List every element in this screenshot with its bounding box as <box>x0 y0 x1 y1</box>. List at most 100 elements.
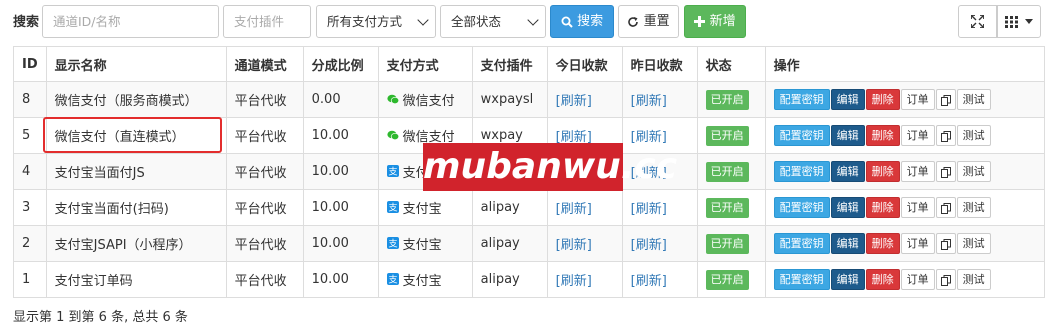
cell-status: 已开启 <box>696 81 766 118</box>
columns-toggle-button[interactable] <box>997 5 1041 38</box>
cell-plugin: wxpaysl <box>471 81 548 118</box>
status-toggle[interactable]: 已开启 <box>705 197 749 218</box>
fullscreen-button[interactable] <box>958 5 997 38</box>
delete-button[interactable]: 删除 <box>865 197 900 218</box>
test-button[interactable]: 测试 <box>956 197 991 218</box>
order-button[interactable]: 订单 <box>900 197 935 218</box>
table-row: 3 支付宝当面付(扫码) 平台代收 10.00 支支付宝 alipay [刷新] [刷新] 已开… <box>13 189 1045 226</box>
refresh-today-link[interactable]: [刷新] <box>556 94 592 109</box>
search-button[interactable]: 搜索 <box>550 5 614 38</box>
cell-mode: 平台代收 <box>225 189 304 226</box>
copy-button[interactable] <box>935 269 956 290</box>
column-header-pay-type[interactable]: 支付方式 <box>377 46 473 82</box>
test-button[interactable]: 测试 <box>956 89 991 110</box>
alipay-icon: 支 <box>386 201 399 217</box>
copy-button[interactable] <box>935 197 956 218</box>
channel-search-input[interactable] <box>42 5 219 38</box>
column-header-status[interactable]: 状态 <box>696 46 766 82</box>
edit-button[interactable]: 编辑 <box>830 125 865 146</box>
table-row: 2 支付宝JSAPI（小程序） 平台代收 10.00 支支付宝 alipay [刷新] [刷新… <box>13 225 1045 262</box>
cell-plugin: alipay <box>471 225 548 262</box>
test-button[interactable]: 测试 <box>956 269 991 290</box>
config-key-button[interactable]: 配置密钥 <box>773 233 830 254</box>
edit-button[interactable]: 编辑 <box>830 89 865 110</box>
config-key-button[interactable]: 配置密钥 <box>773 89 830 110</box>
cell-mode: 平台代收 <box>225 81 304 118</box>
column-header-name[interactable]: 显示名称 <box>45 46 227 82</box>
status-select-value: 全部状态 <box>451 14 502 29</box>
cell-name: 支付宝订单码 <box>45 261 227 298</box>
cell-status: 已开启 <box>696 153 766 190</box>
cell-rate: 10.00 <box>302 189 379 226</box>
copy-button[interactable] <box>935 125 956 146</box>
column-header-yesterday[interactable]: 昨日收款 <box>621 46 698 82</box>
config-key-button[interactable]: 配置密钥 <box>773 197 830 218</box>
status-select[interactable]: 全部状态 <box>440 5 546 38</box>
copy-button[interactable] <box>935 161 956 182</box>
copy-button[interactable] <box>935 89 956 110</box>
cell-actions: 配置密钥 编辑 删除 订单 测试 <box>764 81 1045 118</box>
copy-icon <box>940 166 951 178</box>
edit-button[interactable]: 编辑 <box>830 269 865 290</box>
refresh-yesterday-link[interactable]: [刷新] <box>631 202 667 217</box>
config-key-button[interactable]: 配置密钥 <box>773 269 830 290</box>
add-button[interactable]: 新增 <box>684 5 746 38</box>
test-button[interactable]: 测试 <box>956 233 991 254</box>
refresh-yesterday-link[interactable]: [刷新] <box>631 130 667 145</box>
plugin-search-input[interactable] <box>223 5 311 38</box>
order-button[interactable]: 订单 <box>900 125 935 146</box>
svg-text:支: 支 <box>388 238 397 250</box>
refresh-today-link[interactable]: [刷新] <box>556 274 592 289</box>
column-header-plugin[interactable]: 支付插件 <box>471 46 548 82</box>
delete-button[interactable]: 删除 <box>865 125 900 146</box>
status-toggle[interactable]: 已开启 <box>705 125 749 146</box>
cell-name: 支付宝当面付(扫码) <box>45 189 227 226</box>
column-header-mode[interactable]: 通道模式 <box>225 46 304 82</box>
refresh-yesterday-link[interactable]: [刷新] <box>631 238 667 253</box>
edit-button[interactable]: 编辑 <box>830 197 865 218</box>
watermark: mubanwu.cc <box>423 143 677 191</box>
status-toggle[interactable]: 已开启 <box>705 161 749 182</box>
search-button-label: 搜索 <box>577 14 604 29</box>
cell-yesterday: [刷新] <box>621 189 698 226</box>
copy-button[interactable] <box>935 233 956 254</box>
cell-pay-type: 支支付宝 <box>377 189 473 226</box>
delete-button[interactable]: 删除 <box>865 269 900 290</box>
refresh-today-link[interactable]: [刷新] <box>556 202 592 217</box>
refresh-icon <box>628 16 639 27</box>
cell-mode: 平台代收 <box>225 225 304 262</box>
status-toggle[interactable]: 已开启 <box>705 269 749 290</box>
reset-button[interactable]: 重置 <box>618 5 679 38</box>
refresh-yesterday-link[interactable]: [刷新] <box>631 274 667 289</box>
pay-type-select[interactable]: 所有支付方式 <box>316 5 436 38</box>
test-button[interactable]: 测试 <box>956 125 991 146</box>
config-key-button[interactable]: 配置密钥 <box>773 125 830 146</box>
order-button[interactable]: 订单 <box>900 89 935 110</box>
config-key-button[interactable]: 配置密钥 <box>773 161 830 182</box>
pay-type-label: 支付宝 <box>402 237 442 253</box>
edit-button[interactable]: 编辑 <box>830 161 865 182</box>
status-toggle[interactable]: 已开启 <box>705 233 749 254</box>
cell-id: 5 <box>13 117 47 154</box>
cell-id: 2 <box>13 225 47 262</box>
copy-icon <box>940 202 951 214</box>
order-button[interactable]: 订单 <box>900 269 935 290</box>
edit-button[interactable]: 编辑 <box>830 233 865 254</box>
status-toggle[interactable]: 已开启 <box>705 89 749 110</box>
column-header-today[interactable]: 今日收款 <box>546 46 623 82</box>
refresh-today-link[interactable]: [刷新] <box>556 238 592 253</box>
delete-button[interactable]: 删除 <box>865 89 900 110</box>
refresh-yesterday-link[interactable]: [刷新] <box>631 94 667 109</box>
cell-name: 微信支付（直连模式） <box>45 117 227 154</box>
order-button[interactable]: 订单 <box>900 161 935 182</box>
wechat-pay-icon <box>387 130 399 145</box>
copy-icon <box>940 130 951 142</box>
delete-button[interactable]: 删除 <box>865 233 900 254</box>
test-button[interactable]: 测试 <box>956 161 991 182</box>
svg-text:支: 支 <box>388 274 397 286</box>
order-button[interactable]: 订单 <box>900 233 935 254</box>
column-header-id[interactable]: ID <box>13 46 47 82</box>
column-header-actions: 操作 <box>764 46 1045 82</box>
delete-button[interactable]: 删除 <box>865 161 900 182</box>
column-header-rate[interactable]: 分成比例 <box>302 46 379 82</box>
